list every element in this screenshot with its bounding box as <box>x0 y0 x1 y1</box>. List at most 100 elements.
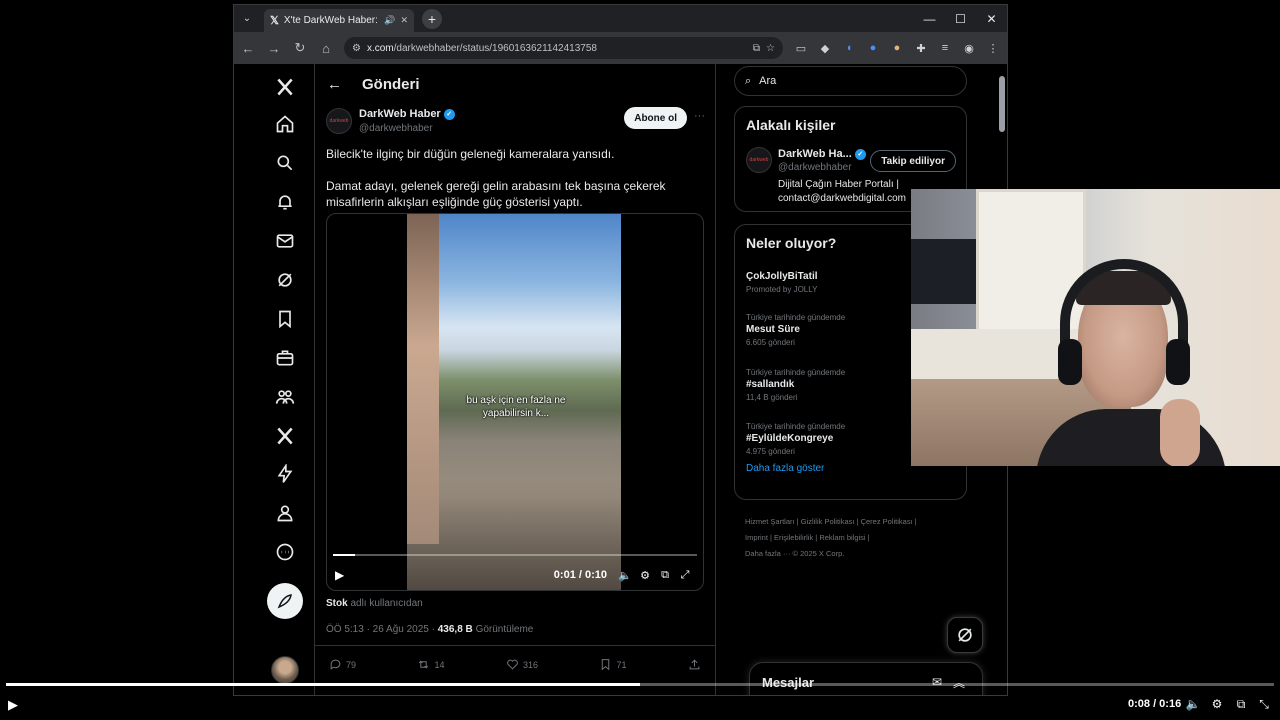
profile-icon[interactable]: ◉ <box>961 40 977 56</box>
repost-button[interactable]: 14 <box>417 658 445 671</box>
author-name[interactable]: DarkWeb Haber <box>359 108 441 120</box>
video-caption: bu aşk için en fazla ne yapabilirsin k..… <box>466 395 566 419</box>
premium-x-icon[interactable] <box>259 421 311 451</box>
close-window-icon[interactable]: ✕ <box>976 5 1007 32</box>
account-avatar[interactable] <box>271 656 299 684</box>
grok-button[interactable] <box>947 617 983 653</box>
trend-item[interactable]: ÇokJollyBiTatil Promoted by JOLLY <box>746 269 818 294</box>
player-play-icon[interactable]: ▶ <box>8 697 18 713</box>
media-control-icon[interactable]: ≡ <box>937 40 953 56</box>
scrollbar-thumb[interactable] <box>999 76 1005 132</box>
browser-menu-icon[interactable]: ⋮ <box>985 40 1001 56</box>
back-arrow-icon[interactable]: ← <box>327 76 342 93</box>
trend-item[interactable]: Türkiye tarihinde gündemde #EylüldeKongr… <box>746 422 845 456</box>
related-name-row[interactable]: DarkWeb Ha... ✓ <box>778 148 866 160</box>
author-name-row[interactable]: DarkWeb Haber ✓ <box>359 108 455 120</box>
new-tab-button[interactable]: + <box>422 8 442 29</box>
browser-tab[interactable]: 𝕏 X'te DarkWeb Haber: "Bilecik 🔊 ✕ <box>264 9 414 32</box>
footer-line[interactable]: Daha fazla ··· © 2025 X Corp. <box>745 546 967 562</box>
trend-item[interactable]: Türkiye tarihinde gündemde Mesut Süre 6.… <box>746 313 845 347</box>
video-progress-bar[interactable] <box>333 554 697 556</box>
bookmarks-icon[interactable] <box>259 304 311 334</box>
more-circle-icon[interactable] <box>259 537 311 567</box>
related-handle[interactable]: @darkwebhaber <box>778 162 852 173</box>
tab-search-icon[interactable]: ⌄ <box>234 5 260 32</box>
x-logo-icon[interactable] <box>259 72 311 102</box>
player-fullscreen-icon[interactable]: ⤡ <box>1256 697 1272 712</box>
bookmark-star-icon[interactable]: ☆ <box>766 43 775 54</box>
maximize-icon[interactable]: ☐ <box>945 5 976 32</box>
footer-line[interactable]: Hizmet Şartları | Gizlilik Politikası | … <box>745 514 967 530</box>
credit-suffix: adlı kullanıcıdan <box>350 598 423 609</box>
more-options-icon[interactable]: ··· <box>694 110 705 122</box>
search-input[interactable]: ⌕ Ara <box>734 66 967 96</box>
reload-icon[interactable]: ↻ <box>292 40 308 56</box>
webcam-person <box>1036 259 1226 466</box>
notifications-bell-icon[interactable] <box>259 187 311 217</box>
explore-search-icon[interactable] <box>259 148 311 178</box>
extension-diamond-icon[interactable]: ◆ <box>817 40 833 56</box>
speaker-icon[interactable]: 🔊 <box>384 15 395 26</box>
extension-audio-icon[interactable]: ◖ <box>841 40 857 56</box>
volume-icon[interactable]: 🔈 <box>615 569 635 582</box>
jobs-briefcase-icon[interactable] <box>259 343 311 373</box>
site-info-icon[interactable]: ⚙ <box>352 43 361 54</box>
home-icon[interactable]: ⌂ <box>318 41 334 56</box>
messages-envelope-icon[interactable] <box>259 226 311 256</box>
like-count: 316 <box>522 659 538 670</box>
author-handle[interactable]: @darkwebhaber <box>359 123 433 134</box>
fullscreen-icon[interactable]: ⤢ <box>675 569 695 582</box>
player-volume-icon[interactable]: 🔈 <box>1185 697 1201 711</box>
following-button[interactable]: Takip ediliyor <box>870 150 956 172</box>
settings-gear-icon[interactable]: ⚙ <box>635 569 655 582</box>
video-player[interactable]: bu aşk için en fazla ne yapabilirsin k..… <box>326 213 704 591</box>
player-settings-icon[interactable]: ⚙ <box>1209 697 1225 711</box>
author-avatar[interactable]: darkweb <box>326 108 352 134</box>
divider <box>315 645 715 646</box>
extension-orange-icon[interactable]: ● <box>889 40 905 56</box>
credit-user[interactable]: Stok <box>326 598 348 609</box>
back-arrow-icon[interactable]: ← <box>240 41 256 56</box>
verified-orgs-bolt-icon[interactable] <box>259 459 311 489</box>
reply-count: 79 <box>346 659 357 670</box>
extension-blue-icon[interactable]: ● <box>865 40 881 56</box>
compose-post-button[interactable] <box>267 583 303 619</box>
repost-count: 14 <box>434 659 445 670</box>
browser-window: ⌄ 𝕏 X'te DarkWeb Haber: "Bilecik 🔊 ✕ + —… <box>233 4 1008 696</box>
communities-icon[interactable] <box>259 382 311 412</box>
profile-person-icon[interactable] <box>259 498 311 528</box>
address-bar: ← → ↻ ⌂ ⚙ x.com/darkwebhaber/status/1960… <box>234 32 1007 64</box>
player-progress-bar[interactable] <box>6 683 1274 686</box>
x-page: ← Gönderi darkweb DarkWeb Haber ✓ @darkw… <box>234 64 997 695</box>
extensions-puzzle-icon[interactable]: ✚ <box>913 40 929 56</box>
related-title: Alakalı kişiler <box>746 117 836 133</box>
reply-icon <box>330 659 341 670</box>
view-label: Görüntüleme <box>475 624 534 635</box>
subscribe-button[interactable]: Abone ol <box>624 107 687 129</box>
trend-name: #sallandık <box>746 379 795 390</box>
minimize-icon[interactable]: — <box>914 5 945 32</box>
like-button[interactable]: 316 <box>506 658 538 671</box>
play-icon[interactable]: ▶ <box>335 568 355 582</box>
footer-line[interactable]: Imprint | Erişilebilirlik | Reklam bilgi… <box>745 530 967 546</box>
bookmark-count: 71 <box>616 659 627 670</box>
home-icon[interactable] <box>259 109 311 139</box>
forward-arrow-icon[interactable]: → <box>266 41 282 56</box>
trend-item[interactable]: Türkiye tarihinde gündemde #sallandık 11… <box>746 368 845 402</box>
player-pip-icon[interactable]: ⧉ <box>1233 697 1249 712</box>
extension-cast-icon[interactable]: ▭ <box>793 40 809 56</box>
url-field[interactable]: ⚙ x.com/darkwebhaber/status/196016362114… <box>344 37 783 59</box>
close-tab-icon[interactable]: ✕ <box>400 15 408 26</box>
bookmark-button[interactable]: 71 <box>599 658 626 671</box>
post-timestamp[interactable]: ÖÖ 5:13 · 26 Ağu 2025 · <box>326 624 438 635</box>
related-avatar[interactable]: darkweb <box>746 147 772 173</box>
related-name[interactable]: DarkWeb Ha... <box>778 148 852 160</box>
reply-button[interactable]: 79 <box>329 658 356 671</box>
show-more-link[interactable]: Daha fazla göster <box>746 463 824 474</box>
picture-in-picture-icon[interactable]: ⧉ <box>655 569 675 582</box>
grok-icon[interactable] <box>259 265 311 295</box>
install-app-icon[interactable]: ⧉ <box>753 43 760 54</box>
verified-badge-icon: ✓ <box>443 108 455 120</box>
share-button[interactable] <box>688 658 701 671</box>
page-title: Gönderi <box>362 75 420 93</box>
